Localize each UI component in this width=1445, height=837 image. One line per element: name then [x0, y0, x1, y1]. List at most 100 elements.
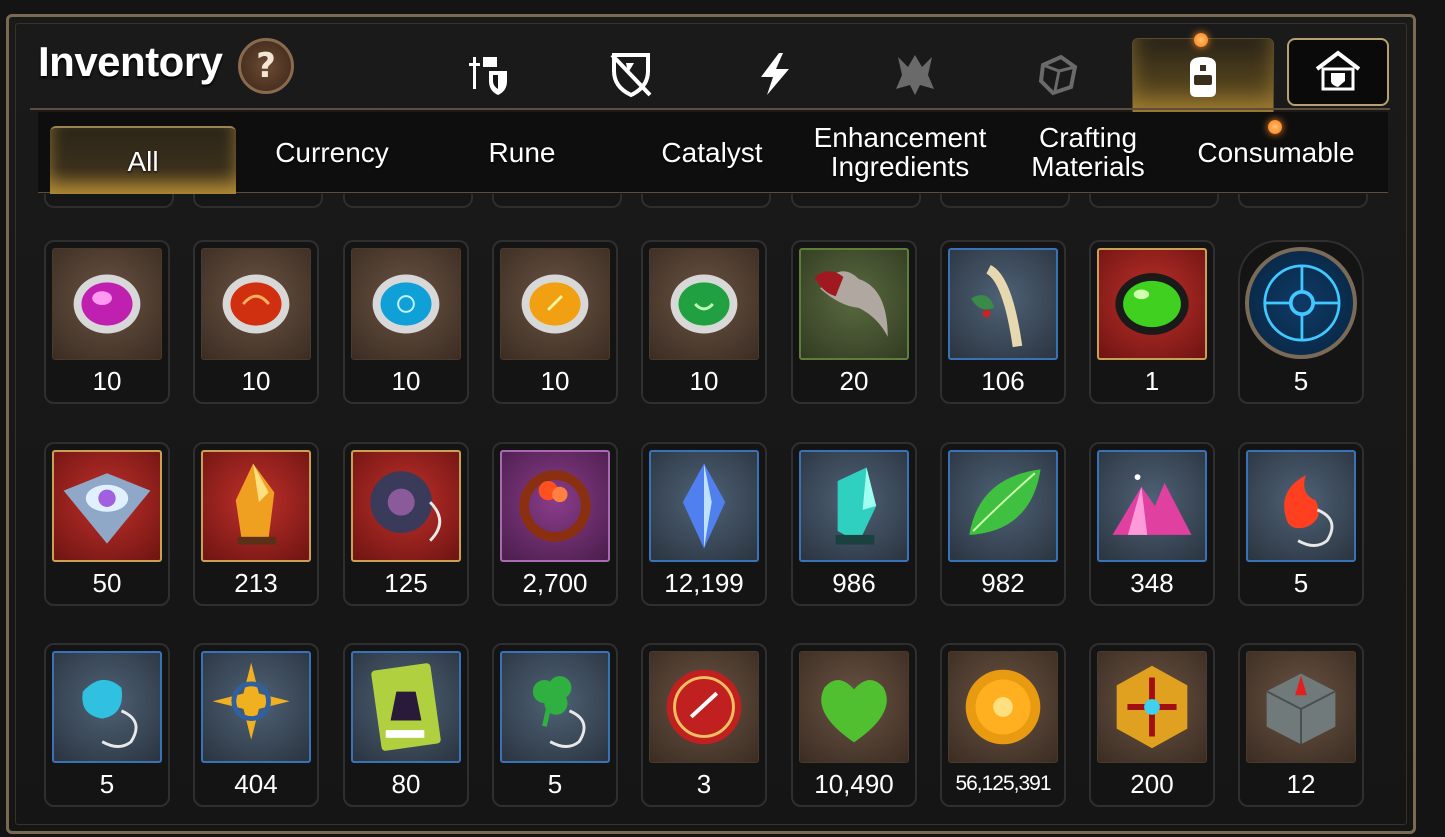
item-icon-frame — [1097, 651, 1207, 763]
row-stub — [343, 194, 473, 208]
item-quantity: 348 — [1130, 568, 1174, 598]
item-quantity: 106 — [981, 366, 1025, 396]
item-slot[interactable]: 404 — [193, 643, 319, 807]
item-icon-frame — [1097, 248, 1207, 360]
item-grid[interactable]: 10 10 10 10 10 20 106 1 5 50 213 125 2,700 12,199 986 9… — [38, 194, 1388, 824]
item-icon-frame — [948, 651, 1058, 763]
item-slot[interactable]: 5 — [44, 643, 170, 807]
green-rune-stone-icon — [670, 274, 738, 334]
item-slot[interactable]: 10 — [343, 240, 469, 404]
item-slot[interactable]: 986 — [791, 442, 917, 606]
green-heart-icon — [821, 679, 887, 743]
subtab-currency[interactable]: Currency — [238, 112, 426, 192]
tab-demon[interactable] — [887, 46, 943, 102]
stone-compass-cube-icon — [1266, 673, 1336, 745]
item-slot[interactable]: 200 — [1089, 643, 1215, 807]
item-slot[interactable]: 5 — [492, 643, 618, 807]
subtab-rune[interactable]: Rune — [428, 112, 616, 192]
subtab-bar: All Currency Rune Catalyst Enhancement In… — [38, 112, 1388, 194]
red-seal-badge-icon — [666, 669, 742, 745]
tab-bag[interactable] — [1132, 38, 1274, 113]
fire-pendant-icon — [1284, 475, 1334, 547]
item-slot[interactable]: 10,490 — [791, 643, 917, 807]
item-icon-frame — [649, 450, 759, 562]
item-quantity: 5 — [547, 769, 563, 799]
item-slot[interactable]: 348 — [1089, 442, 1215, 606]
green-leaf-icon — [969, 469, 1041, 535]
help-button[interactable]: ? — [238, 38, 294, 94]
subtab-all[interactable]: All — [50, 126, 236, 194]
item-icon-frame — [201, 450, 311, 562]
item-slot[interactable]: 12 — [1238, 643, 1364, 807]
item-icon-frame — [500, 651, 610, 763]
item-slot[interactable]: 56,125,391 — [940, 643, 1066, 807]
item-slot[interactable]: 12,199 — [641, 442, 767, 606]
pink-rune-stone-icon — [73, 274, 141, 334]
item-slot[interactable]: 2,700 — [492, 442, 618, 606]
item-quantity: 80 — [391, 769, 421, 799]
gold-sun-coin-icon — [965, 669, 1041, 745]
header-divider — [30, 108, 1390, 110]
demon-icon — [896, 55, 934, 95]
item-slot[interactable]: 10 — [641, 240, 767, 404]
row-stub — [492, 194, 622, 208]
golden-hexagon-emblem-icon — [1116, 665, 1188, 749]
tab-character[interactable] — [460, 46, 516, 102]
item-slot[interactable]: 10 — [492, 240, 618, 404]
item-slot[interactable]: 3 — [641, 643, 767, 807]
item-slot[interactable]: 20 — [791, 240, 917, 404]
item-icon-frame — [52, 651, 162, 763]
item-quantity: 10,490 — [814, 769, 894, 799]
pink-crystal-pile-icon — [1112, 474, 1192, 535]
subtab-crafting-materials[interactable]: Crafting Materials — [998, 112, 1178, 192]
item-quantity: 3 — [696, 769, 712, 799]
item-icon-frame — [799, 450, 909, 562]
herb-root-icon — [971, 265, 1023, 348]
item-icon-frame — [1245, 247, 1357, 359]
item-slot[interactable]: 10 — [44, 240, 170, 404]
row-stub — [1089, 194, 1219, 208]
item-quantity: 200 — [1130, 769, 1174, 799]
green-gem-icon — [1115, 273, 1189, 335]
item-quantity: 10 — [241, 366, 271, 396]
item-icon-frame — [799, 248, 909, 360]
item-slot[interactable]: 982 — [940, 442, 1066, 606]
tab-crystal[interactable] — [1030, 46, 1086, 102]
subtab-enhancement-ingredients[interactable]: Enhancement Ingredients — [808, 112, 992, 192]
costume-ticket-icon — [371, 663, 441, 751]
item-slot[interactable]: 80 — [343, 643, 469, 807]
star-pendant-icon — [212, 662, 290, 740]
item-slot[interactable]: 125 — [343, 442, 469, 606]
item-quantity: 10 — [92, 366, 122, 396]
item-quantity: 986 — [832, 568, 876, 598]
item-slot[interactable]: 106 — [940, 240, 1066, 404]
item-icon-frame — [201, 248, 311, 360]
beast-claw-icon — [814, 271, 888, 337]
item-slot[interactable]: 213 — [193, 442, 319, 606]
item-icon-frame — [351, 248, 461, 360]
subtab-catalyst[interactable]: Catalyst — [618, 112, 806, 192]
item-quantity: 10 — [540, 366, 570, 396]
item-icon-frame — [201, 651, 311, 763]
item-quantity: 5 — [1293, 568, 1309, 598]
tab-skills[interactable] — [746, 46, 802, 102]
item-slot[interactable]: 5 — [1238, 442, 1364, 606]
water-drop-pendant-icon — [82, 679, 138, 748]
tab-equipment[interactable] — [603, 46, 659, 102]
item-icon-frame — [1246, 651, 1356, 763]
lightning-bolt-icon — [761, 53, 789, 95]
row-stub — [193, 194, 323, 208]
tab-guild[interactable] — [1287, 38, 1389, 106]
knight-sword-shield-icon — [469, 57, 507, 95]
item-slot[interactable]: 50 — [44, 442, 170, 606]
item-quantity: 1 — [1144, 366, 1160, 396]
item-quantity: 12 — [1286, 769, 1316, 799]
item-slot[interactable]: 5 — [1238, 240, 1364, 404]
item-slot[interactable]: 10 — [193, 240, 319, 404]
item-slot[interactable]: 1 — [1089, 240, 1215, 404]
item-quantity: 982 — [981, 568, 1025, 598]
clover-pendant-icon — [532, 676, 586, 748]
item-quantity: 404 — [234, 769, 278, 799]
item-icon-frame — [500, 450, 610, 562]
crystal-eye-icon — [63, 473, 151, 544]
